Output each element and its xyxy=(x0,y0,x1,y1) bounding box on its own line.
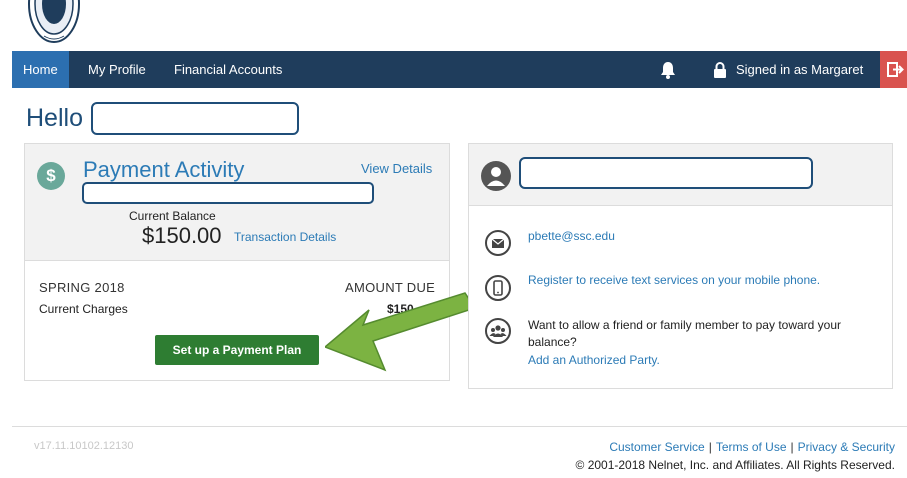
text-services-link[interactable]: Register to receive text services on you… xyxy=(528,273,820,287)
envelope-icon xyxy=(485,230,511,256)
footer-divider xyxy=(12,426,907,427)
arrow-icon xyxy=(323,288,477,378)
terms-of-use-link[interactable]: Terms of Use xyxy=(716,440,787,454)
nav-my-profile[interactable]: My Profile xyxy=(79,51,155,88)
contact-card-header xyxy=(469,144,892,206)
account-highlight-box xyxy=(82,182,374,204)
current-balance-value: $150.00 xyxy=(142,223,222,248)
sign-out-icon xyxy=(887,62,904,77)
footer-separator: | xyxy=(708,440,712,454)
user-name-highlight-box xyxy=(519,157,813,189)
version-number: v17.11.10102.12130 xyxy=(34,440,134,452)
school-seal-logo xyxy=(26,0,82,44)
payment-card-header: $ Payment Activity View Details Current … xyxy=(25,144,449,261)
lock-icon xyxy=(713,62,727,78)
customer-service-link[interactable]: Customer Service xyxy=(609,440,704,454)
term-label: SPRING 2018 xyxy=(39,280,125,295)
transaction-details-link[interactable]: Transaction Details xyxy=(234,230,336,244)
payment-activity-card: $ Payment Activity View Details Current … xyxy=(24,143,477,381)
footer-links: Customer Service | Terms of Use | Privacy & … xyxy=(609,440,895,454)
privacy-security-link[interactable]: Privacy & Security xyxy=(798,440,895,454)
nav-home[interactable]: Home xyxy=(12,51,69,88)
nav-financial-accounts[interactable]: Financial Accounts xyxy=(165,51,291,88)
mobile-phone-icon xyxy=(485,275,511,301)
payment-activity-title: Payment Activity xyxy=(83,157,245,182)
dollar-icon: $ xyxy=(37,162,65,190)
current-charges-label: Current Charges xyxy=(39,302,128,316)
signed-in-status[interactable]: Signed in as Margaret xyxy=(736,51,863,88)
bell-icon[interactable] xyxy=(658,60,678,80)
user-icon xyxy=(481,161,511,191)
copyright-text: © 2001-2018 Nelnet, Inc. and Affiliates.… xyxy=(575,458,895,472)
setup-payment-plan-button[interactable]: Set up a Payment Plan xyxy=(155,335,319,365)
footer-separator: | xyxy=(790,440,794,454)
name-highlight-box xyxy=(91,102,299,135)
contact-card: pbette@ssc.edu Register to receive text … xyxy=(468,143,893,389)
people-icon xyxy=(485,318,511,344)
current-balance-label: Current Balance xyxy=(129,209,216,223)
greeting-heading: Hello xyxy=(26,104,83,132)
email-link[interactable]: pbette@ssc.edu xyxy=(528,229,615,243)
add-authorized-party-link[interactable]: Add an Authorized Party. xyxy=(528,353,660,367)
authorized-party-prompt: Want to allow a friend or family member … xyxy=(528,318,842,349)
view-details-link[interactable]: View Details xyxy=(361,161,432,176)
top-navbar: Home My Profile Financial Accounts Signe… xyxy=(12,51,907,88)
sign-out-button[interactable] xyxy=(880,51,907,88)
